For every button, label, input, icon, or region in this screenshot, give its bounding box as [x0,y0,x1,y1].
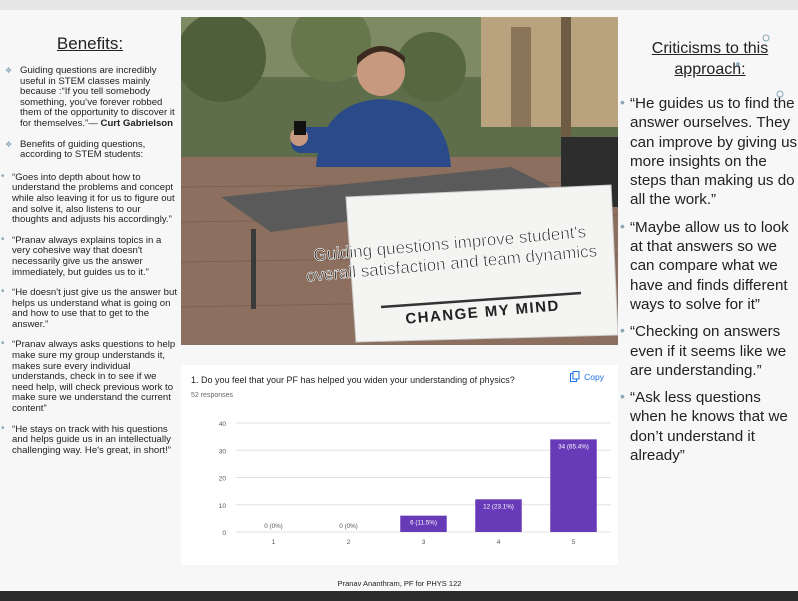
data-label: 12 (23.1%) [483,503,514,510]
benefit-item: • “He doesn't just give us the answer but… [0,286,178,330]
data-label: 34 (65.4%) [558,443,589,450]
benefits-title: Benefits: [56,34,124,53]
y-tick-label: 0 [222,530,226,537]
benefit-text: “Goes into depth about how to understand… [12,171,175,226]
criticism-item: • “Checking on answers even if it seems l… [620,322,798,380]
criticism-text: “Maybe allow us to look at that answers … [630,218,789,313]
bullet-dot-icon: • [620,217,625,234]
x-tick-label: 3 [422,539,426,546]
y-tick-label: 20 [219,476,227,483]
bullet-dot-icon: • [1,170,5,182]
criticism-item: • “Maybe allow us to look at that answers… [620,218,798,314]
y-tick-label: 10 [219,503,227,510]
benefit-item: • “Pranav always asks questions to help m… [0,338,178,415]
bullet-dot-icon: • [1,233,5,245]
change-my-mind-meme: CHANGE MY MIND Guiding questions improve… [181,17,618,345]
benefit-text: “He stays on track with his questions an… [12,423,171,456]
benefit-item: ❖ Guiding questions are incredibly useful… [0,65,178,130]
data-label: 0 (0%) [339,523,358,530]
bullet-dot-icon: • [620,322,625,339]
criticisms-list: • “He guides us to find the answer oursel… [620,94,798,473]
benefit-item: ❖ Benefits of guiding questions, accordin… [0,138,178,161]
y-tick-label: 40 [219,421,227,428]
criticism-item: • “Ask less questions when he knows that … [620,388,798,465]
criticism-text: “Ask less questions when he knows that w… [630,389,788,465]
decorative-circles [736,34,784,98]
x-tick-label: 4 [497,539,501,546]
criticism-text: “Checking on answers even if it seems li… [630,323,787,379]
benefit-item: • “He stays on track with his questions a… [0,422,178,457]
x-tick-label: 1 [272,539,276,546]
benefit-item: • “Goes into depth about how to understan… [0,170,178,226]
benefit-item: • “Pranav always explains topics in a ver… [0,233,178,278]
survey-chart-card: 1. Do you feel that your PF has helped y… [181,365,618,565]
bullet-dot-icon: • [1,422,5,434]
meme-picture: CHANGE MY MIND Guiding questions improve… [181,17,618,345]
y-tick-label: 30 [219,448,227,455]
slide: Benefits: ❖ Guiding questions are incredi… [0,0,798,601]
bar [550,439,597,532]
bullet-dot-icon: • [620,94,625,110]
bullet-dot-icon: • [1,338,5,350]
bullet-dot-icon: • [620,388,625,405]
benefits-list: ❖ Guiding questions are incredibly useful… [0,65,178,466]
bullet-diamond-icon: ❖ [5,66,13,75]
criticism-text: “He guides us to find the answer ourselv… [630,95,798,209]
data-label: 0 (0%) [264,523,283,530]
benefit-text: “Pranav always explains topics in a very… [12,234,162,278]
benefit-text: “Pranav always asks questions to help ma… [12,339,176,415]
top-band [0,0,798,10]
x-tick-label: 5 [572,539,576,546]
bullet-dot-icon: • [1,286,5,298]
benefit-text: “He doesn't just give us the answer but … [12,287,178,330]
bottom-band [0,591,798,601]
x-tick-label: 2 [347,539,351,546]
criticism-item: • “He guides us to find the answer oursel… [620,94,798,210]
quote-author: Curt Gabrielson [100,117,174,129]
benefit-text: Benefits of guiding questions, according… [20,138,146,161]
bar-chart: 0 10 20 30 40 0 (0%) 1 0 (0%) 2 6 (11.5%) 3 12 (23.… [219,421,611,546]
slide-caption: Pranav Ananthram, PF for PHYS 122 [337,579,462,588]
data-label: 6 (11.5%) [410,520,437,527]
bullet-diamond-icon: ❖ [5,139,13,149]
